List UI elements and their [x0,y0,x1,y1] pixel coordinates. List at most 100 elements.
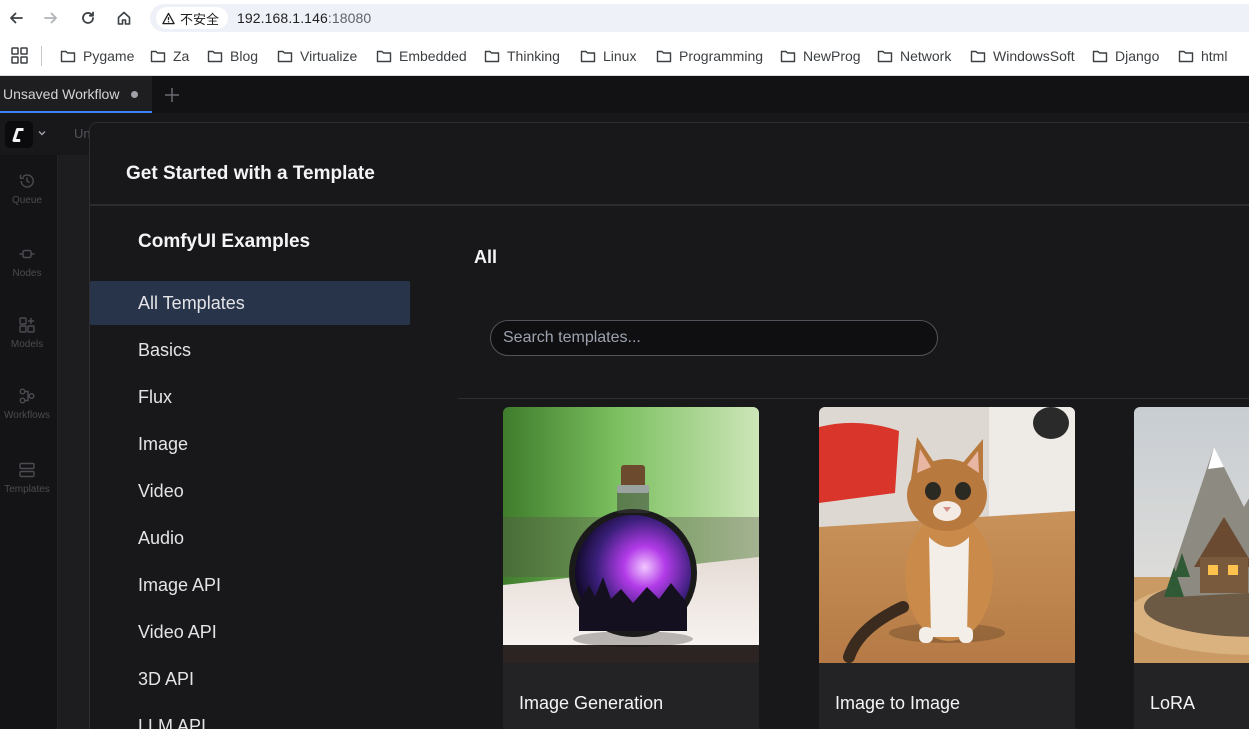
home-button[interactable] [111,5,137,31]
apps-grid-icon[interactable] [11,47,28,64]
folder-icon [970,50,986,63]
folder-icon [1092,50,1108,63]
bookmark-item[interactable]: Django [1092,46,1159,66]
bookmark-item[interactable]: Za [150,46,189,66]
bookmarks-bar: Pygame Za Blog Virtualize Embedded Thinking Li… [0,36,1249,76]
category-item[interactable]: Video [90,469,410,513]
kitten-thumbnail [819,407,1075,663]
template-card-image-to-image[interactable]: Image to Image [819,407,1075,729]
bookmark-item[interactable]: Virtualize [277,46,357,66]
browser-toolbar: 不安全 192.168.1.146:18080 [0,0,1249,36]
category-item[interactable]: Video API [90,610,410,654]
category-item[interactable]: Image API [90,563,410,607]
node-icon [19,249,35,259]
category-item[interactable]: All Templates [90,281,410,325]
workflow-icon [19,388,35,404]
sidebar-item-queue[interactable]: Queue [0,172,54,206]
templates-icon [19,462,35,478]
bookmark-item[interactable]: Network [877,46,951,66]
workflow-tabbar: Unsaved Workflow [0,76,1249,113]
bookmark-item[interactable]: Embedded [376,46,467,66]
template-thumbnail [1134,407,1249,663]
workflow-tab[interactable]: Unsaved Workflow [0,76,152,113]
workflow-tab-label: Unsaved Workflow [3,85,120,102]
sidebar-item-templates[interactable]: Templates [0,461,54,495]
bookmark-label: Blog [230,48,259,64]
bookmark-label: WindowsSoft [993,48,1075,64]
reload-icon [82,11,94,24]
bookmark-item[interactable]: Linux [580,46,636,66]
sidebar-label-nodes: Nodes [12,268,42,279]
category-heading: ComfyUI Examples [138,231,311,252]
folder-icon [780,50,796,63]
dialog-divider [90,204,1249,206]
category-item[interactable]: Audio [90,516,410,560]
bookmark-label: Thinking [507,48,560,64]
template-card-title: LoRA [1150,693,1196,713]
folder-icon [484,50,500,63]
sidebar-item-nodes[interactable]: Nodes [0,245,54,279]
bookmark-label: Programming [679,48,764,64]
category-item[interactable]: Image [90,422,410,466]
sidebar-item-workflows[interactable]: Workflows [0,387,54,421]
template-card-lora[interactable]: LoRA [1134,407,1249,729]
folder-icon [150,50,166,63]
category-list: All Templates Basics Flux Image Video Audio Im… [90,281,410,729]
bookmark-label: Embedded [399,48,467,64]
comfy-logo-icon [12,127,24,142]
bookmark-label: Django [1115,48,1160,64]
history-icon [19,174,34,188]
url-host: 192.168.1.146 [237,10,328,26]
bookmark-item[interactable]: Blog [207,46,258,66]
template-dialog: Get Started with a Template ComfyUI Exam… [89,122,1249,729]
forward-button[interactable] [38,5,64,31]
bookmark-item[interactable]: NewProg [780,46,861,66]
url-text[interactable]: 192.168.1.146:18080 [237,10,371,26]
category-item[interactable]: Basics [90,328,410,372]
template-search-input[interactable] [490,320,938,356]
bookmark-label: NewProg [803,48,861,64]
bookmark-label: Pygame [83,48,135,64]
template-card-image-generation[interactable]: Image Generation [503,407,759,729]
bookmark-label: Linux [603,48,637,64]
folder-icon [656,50,672,63]
chevron-down-icon[interactable] [37,128,47,138]
bookmark-item[interactable]: Thinking [484,46,560,66]
reload-button[interactable] [75,5,101,31]
bookmark-item[interactable]: WindowsSoft [970,46,1075,66]
bookmark-item[interactable]: html [1178,46,1227,66]
bookmark-label: Za [173,48,190,64]
template-card-title: Image to Image [835,693,961,713]
comfy-logo-button[interactable] [5,121,33,148]
dialog-title: Get Started with a Template [126,163,375,184]
folder-icon [580,50,596,63]
bookmark-label: Network [900,48,952,64]
folder-icon [277,50,293,63]
warning-icon [162,12,175,24]
models-icon [19,317,35,333]
category-item[interactable]: Flux [90,375,410,419]
bookmarks-separator [41,46,42,66]
content-divider [458,398,1249,399]
folder-icon [877,50,893,63]
back-button[interactable] [3,5,29,31]
bottle-galaxy-thumbnail [503,407,759,663]
bookmark-item[interactable]: Pygame [60,46,134,66]
security-indicator[interactable]: 不安全 [156,7,229,29]
bookmark-label: html [1201,48,1228,64]
address-bar[interactable]: 不安全 192.168.1.146:18080 [150,4,1249,32]
bookmark-item[interactable]: Programming [656,46,763,66]
category-item[interactable]: LLM API [90,704,410,729]
fantasy-house-thumbnail [1134,407,1249,663]
sidebar-item-models[interactable]: Models [0,316,54,350]
sidebar-label-queue: Queue [11,195,43,206]
content-heading: All [474,247,498,267]
home-icon [117,11,131,25]
url-port: :18080 [327,10,372,26]
new-workflow-tab-button[interactable] [162,85,182,105]
folder-icon [60,50,76,63]
folder-icon [376,50,392,63]
unsaved-dot-icon[interactable] [131,91,138,98]
category-item[interactable]: 3D API [90,657,410,701]
left-sidebar: Queue Nodes Models Workflows Templates [0,155,58,729]
